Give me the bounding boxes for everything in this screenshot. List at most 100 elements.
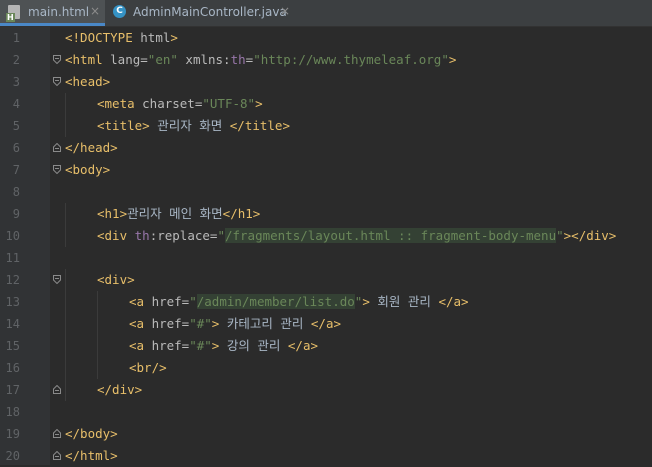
code-line[interactable]: 17 </div>: [0, 379, 652, 401]
line-number: 1: [12, 31, 20, 45]
line-number: 5: [12, 119, 20, 133]
code-line[interactable]: 6 </head>: [0, 137, 652, 159]
fold-open-icon[interactable]: [53, 77, 61, 87]
code-line[interactable]: 18: [0, 401, 652, 423]
line-number: 8: [12, 185, 20, 199]
code-token: <!DOCTYPE: [65, 30, 141, 45]
code-token: <title>: [97, 118, 150, 133]
fold-close-icon[interactable]: [53, 142, 61, 152]
line-number: 9: [12, 207, 20, 221]
code-line[interactable]: 12 <div>: [0, 269, 652, 291]
line-number: 18: [5, 405, 20, 419]
code-line[interactable]: 7 <body>: [0, 159, 652, 181]
fold-close-icon[interactable]: [53, 450, 61, 460]
code-token: 관리자 메인 화면: [127, 206, 223, 221]
java-class-icon: C: [113, 5, 126, 18]
indent-guide: [65, 291, 66, 313]
indent-guide: [65, 93, 66, 115]
fold-open-icon[interactable]: [53, 275, 61, 285]
indent-guide: [65, 225, 66, 247]
code-text: </html>: [65, 445, 118, 467]
tab-label: AdminMainController.java: [133, 5, 287, 19]
code-line[interactable]: 16 <br/>: [0, 357, 652, 379]
line-number: 6: [12, 141, 20, 155]
code-text: </div>: [97, 379, 142, 401]
code-text: <a href="#"> 카테고리 관리 </a>: [129, 313, 341, 335]
code-text: <meta charset="UTF-8">: [97, 93, 263, 115]
code-line[interactable]: 2 <html lang="en" xmlns:th="http://www.th…: [0, 49, 652, 71]
code-token: xmlns:: [177, 52, 231, 67]
code-line[interactable]: 20 </html>: [0, 445, 652, 467]
code-token: </head>: [65, 140, 118, 155]
code-token: "en": [147, 52, 178, 67]
code-token: 관리자 화면: [149, 118, 230, 133]
code-token: </a>: [438, 294, 469, 309]
code-token: <br/>: [129, 360, 167, 375]
code-text: </head>: [65, 137, 118, 159]
code-token: href=: [151, 294, 190, 309]
code-line[interactable]: 5 <title> 관리자 화면 </title>: [0, 115, 652, 137]
code-text: <head>: [65, 71, 110, 93]
code-token: </html>: [65, 448, 118, 463]
indent-guide: [65, 313, 66, 335]
code-token: <body>: [65, 162, 111, 177]
code-token: <a: [129, 338, 152, 353]
code-token: <html: [65, 52, 111, 67]
code-line[interactable]: 19 </body>: [0, 423, 652, 445]
close-icon[interactable]: ×: [90, 4, 100, 18]
html-file-icon: [6, 5, 20, 22]
code-line[interactable]: 15 <a href="#"> 강의 관리 </a>: [0, 335, 652, 357]
line-number: 17: [5, 383, 20, 397]
line-number: 7: [12, 163, 20, 177]
indent-guide: [65, 269, 66, 291]
close-icon[interactable]: ×: [280, 4, 290, 18]
code-line[interactable]: 8: [0, 181, 652, 203]
code-line[interactable]: 9 <h1>관리자 메인 화면</h1>: [0, 203, 652, 225]
indent-guide: [97, 357, 98, 379]
indent-guide: [65, 357, 66, 379]
code-token: </a>: [310, 316, 342, 331]
code-token: ": [189, 294, 197, 309]
code-line[interactable]: 1 <!DOCTYPE html>: [0, 27, 652, 49]
code-line[interactable]: 10 <div th:replace="/fragments/layout.htm…: [0, 225, 652, 247]
line-number: 15: [5, 339, 20, 353]
code-line[interactable]: 14 <a href="#"> 카테고리 관리 </a>: [0, 313, 652, 335]
fold-close-icon[interactable]: [53, 384, 61, 394]
fold-open-icon[interactable]: [53, 55, 61, 65]
line-number: 12: [5, 273, 20, 287]
code-token: href=: [151, 338, 190, 353]
code-line[interactable]: 13 <a href="/admin/member/list.do"> 회원 관리…: [0, 291, 652, 313]
code-token: ": [217, 228, 225, 243]
tab-main-html[interactable]: main.html ×: [0, 0, 105, 26]
code-line[interactable]: 11: [0, 247, 652, 269]
code-token: html: [140, 30, 171, 45]
fold-open-icon[interactable]: [53, 165, 61, 175]
tab-label: main.html: [28, 5, 90, 19]
code-token: th: [134, 228, 150, 243]
tab-admin-main-controller[interactable]: C AdminMainController.java ×: [106, 0, 296, 26]
code-token: ></div>: [563, 228, 617, 243]
code-token: 회원 관리: [369, 294, 439, 309]
code-line[interactable]: 3 <head>: [0, 71, 652, 93]
code-token: </div>: [97, 382, 143, 397]
code-token: 카테고리 관리: [219, 316, 311, 331]
indent-guide: [65, 379, 66, 401]
code-token: "http://www.thymeleaf.org": [253, 52, 449, 67]
code-editor[interactable]: 1 <!DOCTYPE html > 2 <html lang="en" xmlns:t…: [0, 27, 652, 465]
code-token: <div: [97, 228, 135, 243]
code-token: :replace=: [149, 228, 218, 243]
fold-close-icon[interactable]: [53, 428, 61, 438]
code-token: charset=: [142, 96, 203, 111]
code-token: th: [230, 52, 246, 67]
code-token: >: [448, 52, 457, 67]
indent-guide: [97, 313, 98, 335]
indent-guide: [97, 335, 98, 357]
code-token: </a>: [287, 338, 319, 353]
code-token: >: [255, 96, 263, 111]
code-token: href=: [151, 316, 190, 331]
code-line[interactable]: 4 <meta charset="UTF-8">: [0, 93, 652, 115]
code-token: /admin/member/list.do: [196, 294, 355, 309]
code-text: <div>: [97, 269, 135, 291]
code-text: <body>: [65, 159, 110, 181]
code-token: <h1>: [97, 206, 128, 221]
